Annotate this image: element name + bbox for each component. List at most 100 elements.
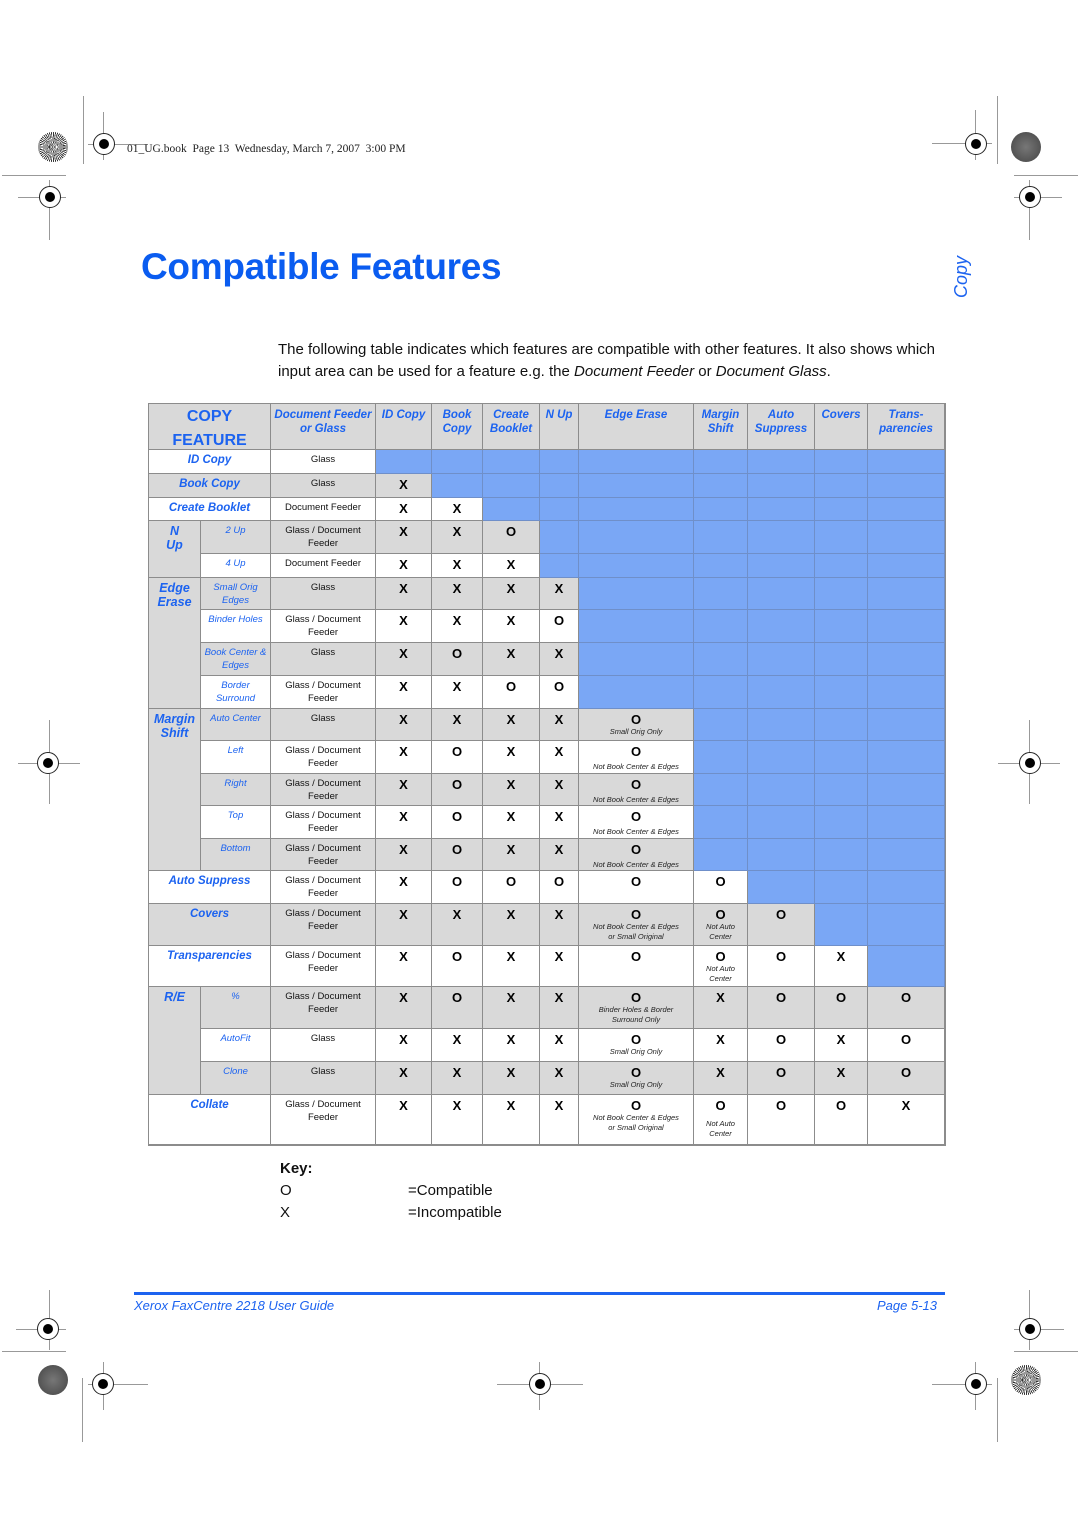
- compatibility-cell: O Small Orig Only: [579, 709, 694, 741]
- intro-emphasis-glass: Document Glass: [715, 363, 827, 380]
- not-applicable-cell: [868, 839, 945, 871]
- feature-cell: Book Copy: [149, 474, 271, 498]
- key-title: Key:: [280, 1160, 313, 1177]
- compatible-mark: O: [630, 842, 642, 857]
- crop-line: [2, 1351, 66, 1352]
- incompatible-mark: X: [506, 557, 516, 572]
- incompatible-mark: X: [399, 949, 408, 964]
- compatible-mark: O: [715, 1098, 726, 1113]
- not-applicable-cell: [579, 578, 694, 610]
- not-applicable-cell: [815, 904, 868, 946]
- not-applicable-cell: [694, 741, 748, 774]
- not-applicable-cell: [815, 709, 868, 741]
- compatibility-cell: X: [376, 709, 432, 741]
- compatible-mark: O: [835, 1098, 847, 1113]
- input-source: Glass: [310, 647, 336, 658]
- compatibility-cell: X: [540, 578, 579, 610]
- not-applicable-cell: [748, 871, 815, 904]
- input-source-cell: Glass: [271, 1029, 376, 1062]
- registration-mark-icon: [965, 133, 987, 155]
- compatibility-cell: O: [748, 1095, 815, 1145]
- compatibility-cell: X: [540, 1062, 579, 1095]
- column-header-label: Book Copy: [442, 409, 472, 435]
- feature-name: Collate: [190, 1099, 229, 1111]
- not-applicable-cell: [815, 741, 868, 774]
- column-header-label: Covers: [821, 409, 861, 421]
- compatibility-cell: O: [432, 774, 483, 806]
- incompatible-mark: X: [554, 581, 564, 596]
- incompatible-mark: X: [506, 1065, 516, 1080]
- not-applicable-cell: [815, 578, 868, 610]
- key-item: X =Incompatible: [280, 1202, 502, 1224]
- input-source: Glass / Document Feeder: [285, 810, 361, 834]
- not-applicable-cell: [579, 498, 694, 521]
- feature-name: Auto Suppress: [168, 875, 251, 887]
- compatible-mark: O: [900, 1032, 912, 1047]
- row-group-label: Edge Erase: [149, 578, 201, 709]
- feature-name: Covers: [190, 908, 229, 920]
- incompatible-mark: X: [452, 679, 462, 694]
- not-applicable-cell: [815, 774, 868, 806]
- incompatible-mark: X: [506, 809, 516, 824]
- compatible-mark: O: [630, 907, 642, 922]
- compatibility-cell: X: [376, 676, 432, 709]
- sub-feature-name: 2 Up: [225, 525, 246, 536]
- sub-feature-name: Left: [227, 745, 244, 756]
- column-header: N Up: [540, 404, 579, 450]
- not-applicable-cell: [868, 904, 945, 946]
- registration-mark-icon: [529, 1373, 551, 1395]
- input-source: Glass / Document Feeder: [285, 843, 361, 867]
- incompatible-mark: X: [506, 744, 516, 759]
- compatible-mark: O: [775, 990, 787, 1005]
- sub-feature-cell: Right: [201, 774, 271, 806]
- compatible-mark: O: [630, 949, 642, 964]
- sub-feature-cell: 2 Up: [201, 521, 271, 554]
- compatibility-cell: X: [376, 774, 432, 806]
- compatible-mark: O: [835, 990, 847, 1005]
- column-header: Margin Shift: [694, 404, 748, 450]
- input-source-cell: Glass / Document Feeder: [271, 839, 376, 871]
- compatibility-cell: X: [540, 1095, 579, 1145]
- not-applicable-cell: [868, 806, 945, 839]
- input-source-cell: Glass: [271, 643, 376, 676]
- incompatible-mark: X: [452, 613, 462, 628]
- compatible-mark: O: [630, 809, 642, 824]
- not-applicable-cell: [748, 554, 815, 578]
- compatible-mark: O: [451, 842, 463, 857]
- input-source-cell: Glass: [271, 709, 376, 741]
- compatibility-cell: X: [376, 610, 432, 643]
- not-applicable-cell: [694, 676, 748, 709]
- compatibility-cell: O Not Book Center & Edges or Small Origina…: [579, 1095, 694, 1145]
- crop-line: [1014, 175, 1078, 176]
- incompatible-mark: X: [399, 646, 408, 661]
- incompatible-mark: X: [399, 907, 408, 922]
- compatibility-cell: O: [748, 1029, 815, 1062]
- not-applicable-cell: [540, 474, 579, 498]
- feature-cell: Create Booklet: [149, 498, 271, 521]
- compatibility-cell: X: [483, 1095, 540, 1145]
- sub-feature-cell: Binder Holes: [201, 610, 271, 643]
- input-source-cell: Glass / Document Feeder: [271, 946, 376, 987]
- incompatible-mark: X: [554, 777, 564, 792]
- column-header: Book Copy: [432, 404, 483, 450]
- input-source-cell: Glass: [271, 578, 376, 610]
- compatible-mark: O: [715, 907, 726, 922]
- input-source: Glass: [310, 454, 336, 465]
- not-applicable-cell: [579, 676, 694, 709]
- compatibility-cell: X: [432, 521, 483, 554]
- incompatible-mark: X: [554, 744, 564, 759]
- incompatible-mark: X: [452, 581, 462, 596]
- dark-dot-icon: [1011, 132, 1041, 162]
- not-applicable-cell: [748, 450, 815, 474]
- compatibility-cell: O: [748, 946, 815, 987]
- compatible-mark: O: [775, 1065, 787, 1080]
- compatible-mark: O: [451, 949, 463, 964]
- sub-feature-name: Right: [224, 778, 247, 789]
- incompatible-mark: X: [399, 1065, 408, 1080]
- feature-name: R/E: [164, 990, 185, 1004]
- registration-mark-icon: [93, 133, 115, 155]
- not-applicable-cell: [815, 839, 868, 871]
- not-applicable-cell: [815, 610, 868, 643]
- crop-line: [83, 96, 84, 164]
- sub-feature-cell: 4 Up: [201, 554, 271, 578]
